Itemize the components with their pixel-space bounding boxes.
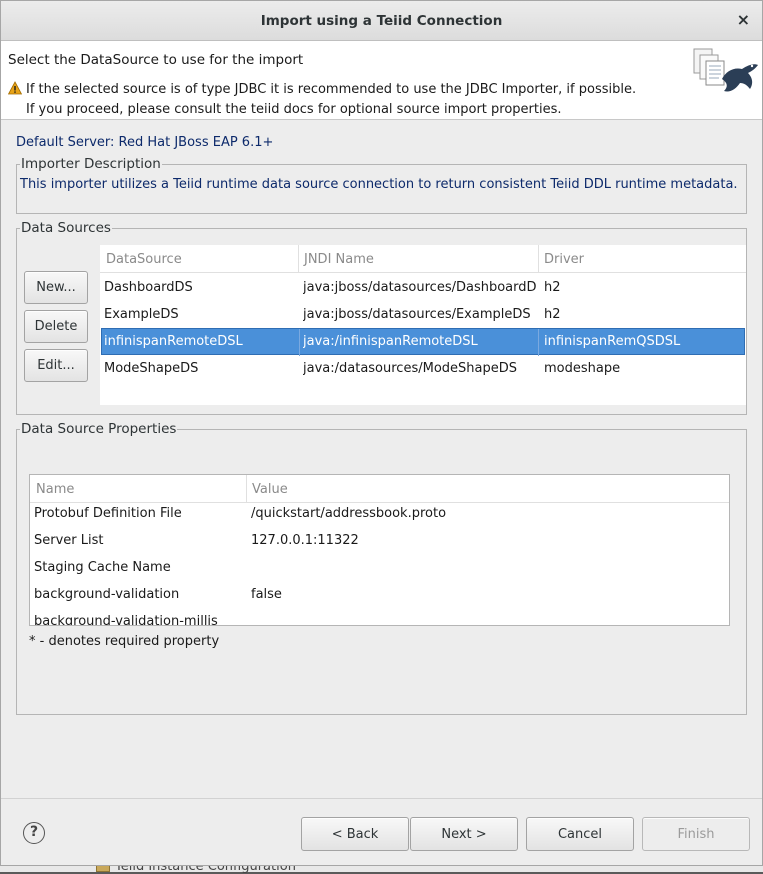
table-row[interactable]: ModeShapeDS java:/datasources/ModeShapeD… (100, 355, 746, 382)
column-header-driver[interactable]: Driver (544, 252, 584, 267)
back-button[interactable]: < Back (301, 817, 409, 851)
close-icon[interactable]: × (737, 10, 750, 29)
property-value-cell: 127.0.0.1:11322 (251, 533, 359, 548)
wizard-page-title: Select the DataSource to use for the imp… (8, 52, 304, 68)
jndi-name-cell: java:/infinispanRemoteDSL (303, 334, 478, 349)
data-sources-group: Data Sources New... Delete Edit... DataS… (16, 220, 747, 415)
property-name-cell: background-validation (34, 587, 180, 602)
datasources-table-header: DataSource JNDI Name Driver (100, 245, 746, 273)
property-name-cell: Server List (34, 533, 104, 548)
table-row[interactable]: Staging Cache Name (30, 554, 729, 581)
window-title: Import using a Teiid Connection (260, 13, 503, 29)
finish-button[interactable]: Finish (642, 817, 750, 851)
property-name-cell: background-validation-millis (34, 614, 218, 625)
warning-line-1: If the selected source is of type JDBC i… (26, 82, 637, 97)
driver-cell: infinispanRemQSDSL (544, 334, 681, 349)
wizard-header: Select the DataSource to use for the imp… (1, 41, 762, 120)
new-datasource-button[interactable]: New... (24, 271, 88, 304)
jndi-name-cell: java:/datasources/ModeShapeDS (303, 361, 517, 376)
data-source-properties-group: Data Source Properties Name Value Protob… (16, 421, 747, 715)
column-header-datasource[interactable]: DataSource (106, 252, 182, 267)
column-header-value[interactable]: Value (252, 482, 288, 497)
footer-divider (1, 798, 762, 799)
property-value-cell: /quickstart/addressbook.proto (251, 506, 447, 521)
delete-datasource-button[interactable]: Delete (24, 310, 88, 343)
datasources-table[interactable]: DataSource JNDI Name Driver DashboardDS … (100, 245, 746, 405)
property-name-cell: Staging Cache Name (34, 560, 171, 575)
property-name-cell: Protobuf Definition File (34, 506, 182, 521)
required-property-note: * - denotes required property (29, 634, 220, 649)
data-sources-legend: Data Sources (20, 220, 112, 236)
import-wizard-banner-icon (693, 48, 758, 92)
table-row-selected[interactable]: infinispanRemoteDSL java:/infinispanRemo… (101, 328, 745, 356)
warning-message: If the selected source is of type JDBC i… (8, 81, 636, 97)
datasource-name-cell: ModeShapeDS (104, 361, 199, 376)
datasource-name-cell: infinispanRemoteDSL (104, 334, 243, 349)
next-button[interactable]: Next > (410, 817, 518, 851)
table-row[interactable]: DashboardDS java:jboss/datasources/Dashb… (100, 274, 746, 301)
datasource-name-cell: DashboardDS (104, 280, 193, 295)
help-icon[interactable]: ? (23, 822, 45, 844)
data-source-properties-legend: Data Source Properties (20, 421, 178, 437)
jndi-name-cell: java:jboss/datasources/ExampleDS (303, 307, 531, 322)
warning-line-2: If you proceed, please consult the teiid… (26, 102, 562, 117)
driver-cell: h2 (544, 280, 561, 295)
properties-table-header: Name Value (30, 475, 729, 503)
title-bar: Import using a Teiid Connection × (1, 1, 762, 41)
column-header-jndi-name[interactable]: JNDI Name (304, 252, 374, 267)
jndi-name-cell: java:jboss/datasources/DashboardDS (303, 280, 537, 295)
table-row[interactable]: background-validation false (30, 581, 729, 608)
importer-description-group: Importer Description This importer utili… (16, 156, 747, 214)
cancel-button[interactable]: Cancel (526, 817, 634, 851)
table-row[interactable]: Server List 127.0.0.1:11322 (30, 527, 729, 554)
warning-icon (8, 81, 22, 95)
driver-cell: h2 (544, 307, 561, 322)
property-value-cell: false (251, 587, 282, 602)
table-row[interactable]: ExampleDS java:jboss/datasources/Example… (100, 301, 746, 328)
datasource-name-cell: ExampleDS (104, 307, 179, 322)
importer-description-text: This importer utilizes a Teiid runtime d… (20, 177, 738, 192)
import-dialog: Import using a Teiid Connection × Select… (0, 0, 763, 866)
driver-cell: modeshape (544, 361, 621, 376)
default-server-label: Default Server: Red Hat JBoss EAP 6.1+ (16, 135, 274, 150)
table-row[interactable]: background-validation-millis (30, 608, 729, 625)
properties-table[interactable]: Name Value Protobuf Definition File /qui… (29, 474, 730, 626)
table-row[interactable]: Protobuf Definition File /quickstart/add… (30, 500, 729, 527)
column-header-name[interactable]: Name (36, 482, 74, 497)
importer-description-legend: Importer Description (20, 156, 162, 172)
edit-datasource-button[interactable]: Edit... (24, 349, 88, 382)
